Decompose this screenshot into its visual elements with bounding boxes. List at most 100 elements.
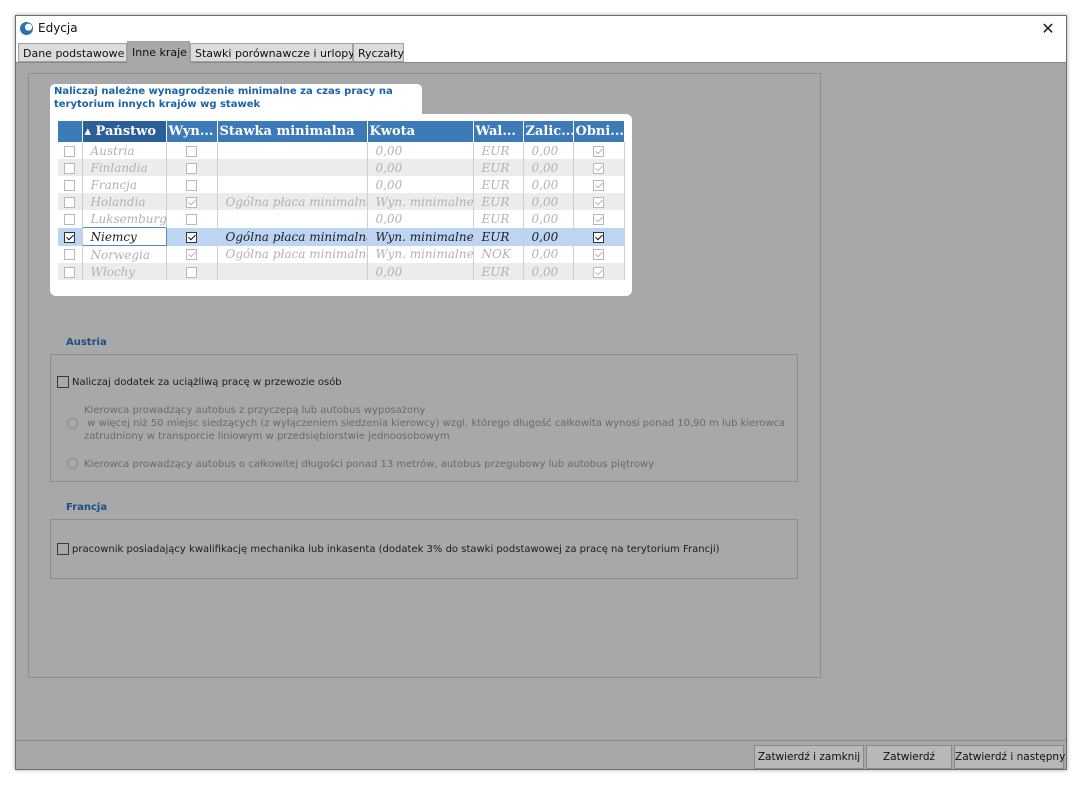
- wyn-checkbox[interactable]: [186, 249, 197, 261]
- waluta-cell[interactable]: EUR: [473, 176, 524, 193]
- grid-row[interactable]: Francja 0,00 EUR 0,00: [58, 176, 625, 193]
- austria-radio-option-2[interactable]: [67, 458, 78, 469]
- confirm-button[interactable]: Zatwierdź: [866, 745, 952, 769]
- kwota-cell[interactable]: Wyn. minimalne: [367, 227, 474, 246]
- col-header-stawka[interactable]: Stawka minimalna: [217, 121, 368, 142]
- obni-checkbox[interactable]: [593, 266, 604, 278]
- col-header-select[interactable]: [58, 121, 83, 142]
- wyn-checkbox[interactable]: [186, 231, 197, 243]
- wyn-checkbox[interactable]: [186, 196, 197, 208]
- grid-row[interactable]: Holandia Ogólna płaca minimalna Wyn. minim…: [58, 193, 625, 210]
- kwota-cell[interactable]: 0,00: [367, 210, 474, 228]
- country-cell[interactable]: Francja: [82, 176, 167, 193]
- tab-ryczalty[interactable]: Ryczałty: [353, 43, 404, 62]
- obni-checkbox[interactable]: [593, 213, 604, 225]
- grid-row[interactable]: Austria 0,00 EUR 0,00: [58, 142, 625, 159]
- col-header-kwota[interactable]: Kwota: [367, 121, 474, 142]
- obni-checkbox[interactable]: [593, 179, 604, 191]
- row-select-checkbox[interactable]: [64, 213, 76, 225]
- zalic-cell[interactable]: 0,00: [523, 142, 574, 159]
- zalic-cell[interactable]: 0,00: [523, 263, 574, 280]
- col-header-zalic[interactable]: Zalic...: [523, 121, 574, 142]
- obni-checkbox[interactable]: [593, 162, 604, 174]
- row-select-checkbox[interactable]: [64, 266, 76, 278]
- wyn-checkbox-cell: [166, 227, 218, 246]
- stawka-cell[interactable]: Ogólna płaca minimalna: [217, 193, 368, 210]
- obni-checkbox-cell: [573, 159, 625, 176]
- austria-supplement-checkbox[interactable]: [57, 376, 69, 388]
- waluta-cell[interactable]: EUR: [473, 159, 524, 176]
- col-header-wyn[interactable]: Wyn...: [166, 121, 218, 142]
- row-select-checkbox[interactable]: [64, 145, 76, 157]
- waluta-cell[interactable]: EUR: [473, 193, 524, 210]
- country-cell[interactable]: Norwegia: [82, 245, 167, 263]
- kwota-cell[interactable]: 0,00: [367, 176, 474, 193]
- wyn-checkbox-cell: [166, 210, 218, 228]
- obni-checkbox[interactable]: [593, 231, 604, 243]
- zalic-cell[interactable]: 0,00: [523, 210, 574, 228]
- grid-row[interactable]: Finlandia 0,00 EUR 0,00: [58, 159, 625, 176]
- stawka-cell[interactable]: [217, 176, 368, 193]
- tab-dane-podstawowe[interactable]: Dane podstawowe: [18, 43, 127, 62]
- country-cell[interactable]: Włochy: [82, 263, 167, 280]
- footer-bar: Zatwierdź i zamknij Zatwierdź Zatwierdź …: [16, 740, 1066, 769]
- kwota-cell[interactable]: Wyn. minimalne: [367, 193, 474, 210]
- row-select-checkbox[interactable]: [64, 249, 76, 261]
- wyn-checkbox[interactable]: [186, 213, 197, 225]
- waluta-cell[interactable]: NOK: [473, 245, 524, 263]
- francja-mechanic-checkbox[interactable]: [57, 543, 69, 555]
- obni-checkbox[interactable]: [593, 249, 604, 261]
- country-cell[interactable]: Niemcy: [81, 227, 167, 246]
- country-cell[interactable]: Holandia: [82, 193, 167, 210]
- obni-checkbox-cell: [573, 210, 625, 228]
- wyn-checkbox[interactable]: [186, 266, 197, 278]
- zalic-cell[interactable]: 0,00: [523, 193, 574, 210]
- row-select-checkbox[interactable]: [64, 179, 76, 191]
- kwota-cell[interactable]: 0,00: [367, 263, 474, 280]
- wyn-checkbox[interactable]: [186, 162, 197, 174]
- row-select-checkbox[interactable]: [64, 162, 76, 174]
- grid-row[interactable]: Norwegia Ogólna płaca minimalna Wyn. minim…: [58, 245, 625, 263]
- tab-inne-kraje[interactable]: Inne kraje: [127, 41, 190, 63]
- row-select-checkbox[interactable]: [64, 196, 76, 208]
- country-cell[interactable]: Austria: [82, 142, 167, 159]
- col-header-panstwo[interactable]: ▴ Państwo: [82, 121, 167, 142]
- grid-row[interactable]: Włochy 0,00 EUR 0,00: [58, 263, 625, 280]
- confirm-and-close-button[interactable]: Zatwierdź i zamknij: [754, 745, 864, 769]
- obni-checkbox[interactable]: [593, 145, 604, 157]
- stawka-cell[interactable]: [217, 210, 368, 228]
- stawka-cell[interactable]: [217, 142, 368, 159]
- kwota-cell[interactable]: 0,00: [367, 142, 474, 159]
- zalic-cell[interactable]: 0,00: [523, 159, 574, 176]
- kwota-cell[interactable]: 0,00: [367, 159, 474, 176]
- grid-row[interactable]: Niemcy Ogólna płaca minimalna Wyn. minimal…: [58, 227, 625, 246]
- austria-radio-option-1-line-1: Kierowca prowadzący autobus z przyczepą …: [84, 405, 426, 416]
- close-icon[interactable]: ✕: [1038, 19, 1058, 39]
- stawka-cell[interactable]: Ogólna płaca minimalna: [217, 227, 368, 246]
- tab-stawki-porownawcze[interactable]: Stawki porównawcze i urlopy: [190, 43, 355, 62]
- waluta-cell[interactable]: EUR: [473, 227, 524, 246]
- waluta-cell[interactable]: EUR: [473, 210, 524, 228]
- kwota-cell[interactable]: Wyn. minimalne: [367, 245, 474, 263]
- zalic-cell[interactable]: 0,00: [523, 227, 574, 246]
- window-title: Edycja: [38, 21, 78, 35]
- zalic-cell[interactable]: 0,00: [523, 176, 574, 193]
- country-cell[interactable]: Finlandia: [82, 159, 167, 176]
- waluta-cell[interactable]: EUR: [473, 263, 524, 280]
- wyn-checkbox[interactable]: [186, 179, 197, 191]
- confirm-and-next-button[interactable]: Zatwierdź i następny: [954, 745, 1065, 769]
- row-select-checkbox[interactable]: [64, 231, 76, 243]
- country-cell[interactable]: Luksemburg: [82, 210, 167, 228]
- austria-radio-option-1[interactable]: [67, 418, 78, 429]
- zalic-cell[interactable]: 0,00: [523, 245, 574, 263]
- austria-radio-option-2-label: Kierowca prowadzący autobus o całkowitej…: [84, 459, 655, 470]
- col-header-waluta[interactable]: Wal...: [473, 121, 524, 142]
- grid-row[interactable]: Luksemburg 0,00 EUR 0,00: [58, 210, 625, 228]
- stawka-cell[interactable]: [217, 159, 368, 176]
- waluta-cell[interactable]: EUR: [473, 142, 524, 159]
- col-header-obni[interactable]: Obni...: [573, 121, 625, 142]
- wyn-checkbox[interactable]: [186, 145, 197, 157]
- stawka-cell[interactable]: Ogólna płaca minimalna: [217, 245, 368, 263]
- stawka-cell[interactable]: [217, 263, 368, 280]
- obni-checkbox[interactable]: [593, 196, 604, 208]
